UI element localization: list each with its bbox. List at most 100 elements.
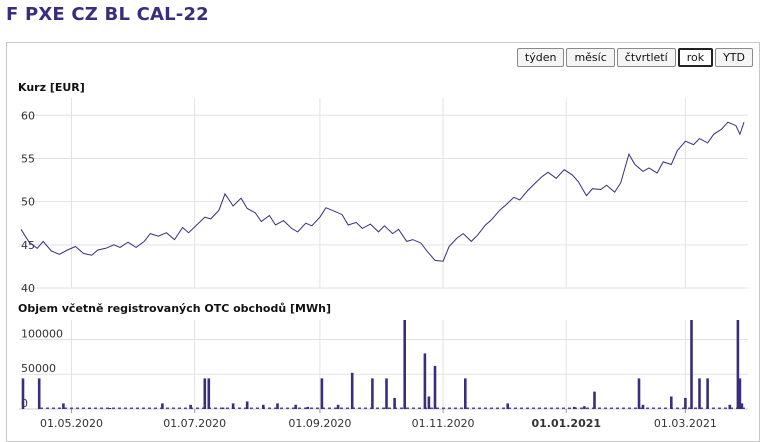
volume-bar [728, 404, 732, 409]
volume-bar [21, 378, 25, 409]
volume-baseline-dash [142, 407, 145, 409]
volume-baseline-dash [376, 407, 379, 409]
volume-baseline-dash [556, 407, 559, 409]
volume-baseline-dash [532, 407, 535, 409]
volume-baseline-dash [148, 407, 151, 409]
volume-bar [221, 407, 225, 409]
volume-baseline-dash [550, 407, 553, 409]
x-tick-label: 01.05.2020 [40, 417, 103, 430]
volume-baseline-dash [526, 407, 529, 409]
price-y-tick-label: 50 [21, 196, 35, 209]
volume-baseline-dash [388, 407, 391, 409]
volume-y-ticks: 050000100000 [21, 327, 63, 410]
x-tick-label: 01.01.2021 [531, 417, 601, 430]
volume-baseline-dash [250, 407, 253, 409]
volume-baseline-dash [46, 407, 49, 409]
volume-baseline-dash [718, 407, 721, 409]
volume-baseline-dash [58, 407, 61, 409]
volume-baseline-dash [154, 407, 157, 409]
volume-bar [203, 378, 207, 409]
volume-baseline-dash [130, 407, 133, 409]
volume-baseline-dash [124, 407, 127, 409]
volume-baseline-dash [634, 407, 637, 409]
volume-baseline-dash [112, 407, 115, 409]
volume-baseline-dash [82, 407, 85, 409]
volume-baseline-dash [496, 407, 499, 409]
volume-bar [262, 404, 265, 409]
volume-baseline-dash [598, 407, 601, 409]
volume-bar [245, 401, 249, 409]
volume-bar [350, 372, 354, 409]
volume-baseline-dash [298, 407, 301, 409]
volume-baseline-dash [514, 407, 517, 409]
volume-baseline-dash [478, 407, 481, 409]
price-y-tick-label: 40 [21, 282, 35, 295]
volume-bar [573, 406, 576, 409]
price-y-ticks: 4045505560 [21, 109, 35, 295]
volume-baseline-dash [412, 407, 415, 409]
volume-bar [423, 353, 427, 409]
volume-baseline-dash [454, 407, 457, 409]
volume-baseline-dash [268, 407, 271, 409]
volume-baseline-dash [418, 407, 421, 409]
volume-bar [385, 378, 388, 409]
volume-y-tick-label: 100000 [21, 327, 63, 340]
volume-baseline-dash [94, 407, 97, 409]
volume-baseline-dash [448, 407, 451, 409]
volume-baseline-dash [610, 407, 613, 409]
volume-baseline-dash [340, 407, 343, 409]
volume-baseline-dash [430, 407, 433, 409]
volume-baseline-dash [568, 407, 571, 409]
volume-baseline-dash [256, 407, 259, 409]
volume-bar [37, 378, 41, 409]
volume-baseline-dash [106, 407, 109, 409]
volume-baseline-dash [406, 407, 409, 409]
volume-bar [690, 320, 693, 409]
volume-baseline-dash [76, 407, 79, 409]
volume-baseline-dash [616, 407, 619, 409]
volume-bar [593, 391, 596, 409]
volume-bars [21, 320, 745, 409]
x-tick-label: 01.09.2020 [288, 417, 351, 430]
volume-baseline-dash [436, 407, 439, 409]
volume-bar [207, 378, 211, 409]
x-tick-label: 01.03.2021 [654, 417, 717, 430]
volume-bar [393, 397, 396, 409]
volume-baseline-dash [622, 407, 625, 409]
price-y-tick-label: 55 [21, 152, 35, 165]
volume-bar [740, 403, 744, 409]
volume-bar [427, 396, 431, 409]
volume-baseline-dash [652, 407, 655, 409]
volume-baseline-dash [136, 407, 139, 409]
volume-bar [306, 406, 310, 409]
volume-baseline-dash [562, 407, 565, 409]
volume-bar [641, 404, 645, 409]
volume-baseline-dash [586, 407, 589, 409]
volume-bar [583, 406, 586, 409]
volume-baseline-dash [346, 407, 349, 409]
volume-baseline-dash [490, 407, 493, 409]
volume-baseline-dash [214, 407, 217, 409]
volume-baseline-dash [364, 407, 367, 409]
volume-baseline-dash [310, 407, 313, 409]
volume-baseline-dash [226, 407, 229, 409]
volume-baseline-dash [100, 407, 103, 409]
volume-baseline-dash [502, 407, 505, 409]
volume-baseline-dash [658, 407, 661, 409]
volume-bar [433, 365, 437, 409]
volume-bar [371, 378, 374, 409]
volume-baseline-dash [70, 407, 73, 409]
volume-baseline-dash [442, 407, 445, 409]
volume-baseline-dash [400, 407, 403, 409]
price-line-series [20, 121, 745, 262]
volume-bar [88, 408, 91, 409]
volume-bar [231, 403, 235, 409]
price-y-tick-label: 60 [21, 109, 35, 122]
volume-baseline-dash [460, 407, 463, 409]
volume-bar [336, 404, 340, 409]
volume-baseline-dash [316, 407, 319, 409]
volume-baseline-dash [694, 407, 697, 409]
volume-bar [698, 378, 701, 409]
volume-baseline-dash [334, 407, 337, 409]
date-x-ticks: 01.05.2020 01.07.2020 01.09.2020 01.11.2020… [40, 409, 717, 430]
